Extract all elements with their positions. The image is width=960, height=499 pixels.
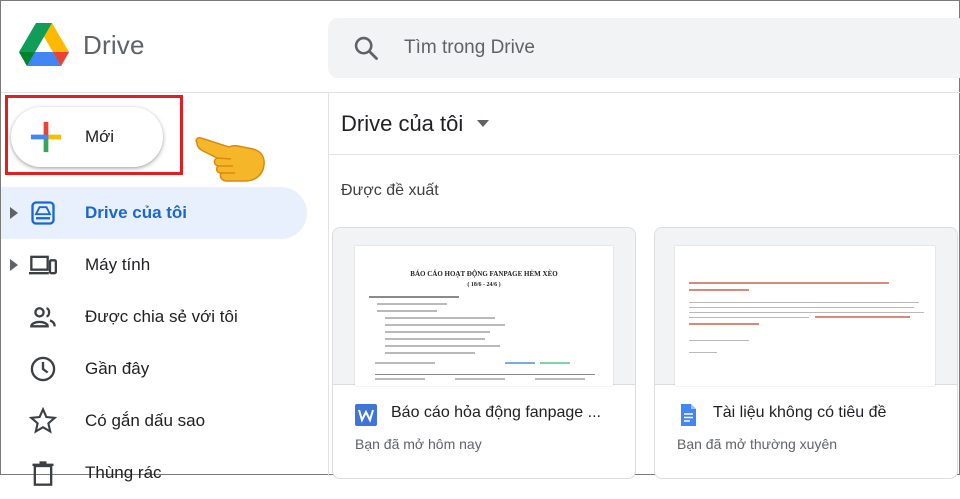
pointing-hand-icon	[195, 137, 265, 182]
sidebar-item-trash[interactable]: Thùng rác	[1, 447, 311, 499]
file-card[interactable]: Tài liệu không có tiêu đề Bạn đã mở thườ…	[654, 227, 958, 479]
app-name: Drive	[83, 29, 145, 60]
sidebar-item-label: Được chia sẻ với tôi	[85, 307, 238, 326]
sidebar-item-my-drive[interactable]: Drive của tôi	[1, 187, 307, 239]
location-dropdown[interactable]: Drive của tôi	[341, 111, 490, 137]
file-last-opened: Bạn đã mở thường xuyên	[677, 436, 838, 452]
dropdown-arrow-icon	[477, 120, 490, 127]
document-thumbnail	[675, 246, 935, 386]
title-divider	[329, 154, 960, 155]
suggested-label: Được đề xuất	[341, 182, 439, 199]
trash-icon	[32, 461, 54, 486]
sidebar-item-starred[interactable]: Có gắn dấu sao	[1, 395, 311, 447]
sidebar-item-label: Máy tính	[85, 255, 151, 274]
content-divider	[328, 93, 329, 476]
file-card[interactable]: BÁO CÁO HOẠT ĐỘNG FANPAGE HẺM XÈO ( 18/6…	[332, 227, 636, 479]
sidebar-item-computers[interactable]: Máy tính	[1, 239, 311, 291]
expand-caret-icon[interactable]	[9, 207, 19, 219]
shared-icon	[30, 307, 56, 328]
clock-icon	[30, 356, 56, 382]
my-drive-icon	[31, 201, 55, 225]
sidebar-item-label: Thùng rác	[85, 463, 162, 482]
plus-icon	[30, 121, 62, 153]
sidebar-item-label: Gần đây	[85, 359, 150, 378]
header-divider	[1, 92, 960, 93]
sidebar-item-label: Drive của tôi	[85, 203, 188, 222]
word-icon	[355, 404, 377, 426]
sidebar-item-recent[interactable]: Gần đây	[1, 343, 311, 395]
sidebar-item-label: Có gắn dấu sao	[85, 411, 206, 430]
expand-caret-icon[interactable]	[9, 259, 19, 271]
file-preview	[655, 228, 957, 386]
new-button-label: Mới	[85, 127, 115, 146]
drive-logo-icon	[19, 23, 69, 66]
new-button[interactable]: Mới	[11, 107, 163, 167]
document-thumbnail: BÁO CÁO HOẠT ĐỘNG FANPAGE HẺM XÈO ( 18/6…	[355, 246, 613, 386]
drive-logo[interactable]: Drive	[19, 23, 145, 67]
sidebar-item-shared[interactable]: Được chia sẻ với tôi	[1, 291, 311, 343]
computer-icon	[29, 255, 57, 275]
sidebar-nav: Drive của tôi Máy tính Được chia sẻ với …	[1, 187, 311, 499]
search-icon[interactable]	[352, 34, 380, 62]
thumbnail-title: BÁO CÁO HOẠT ĐỘNG FANPAGE HẺM XÈO	[410, 270, 558, 278]
thumbnail-subtitle: ( 18/6 - 24/6 )	[467, 282, 501, 288]
google-docs-icon	[681, 404, 696, 426]
search-bar[interactable]	[328, 18, 960, 78]
star-icon	[29, 407, 57, 434]
file-last-opened: Bạn đã mở hôm nay	[355, 436, 482, 452]
file-title: Tài liệu không có tiêu đề	[713, 404, 887, 421]
search-input[interactable]	[402, 36, 886, 60]
page-title: Drive của tôi	[341, 111, 464, 136]
file-title: Báo cáo hỏa động fanpage ...	[391, 404, 601, 421]
file-preview: BÁO CÁO HOẠT ĐỘNG FANPAGE HẺM XÈO ( 18/6…	[333, 228, 635, 386]
